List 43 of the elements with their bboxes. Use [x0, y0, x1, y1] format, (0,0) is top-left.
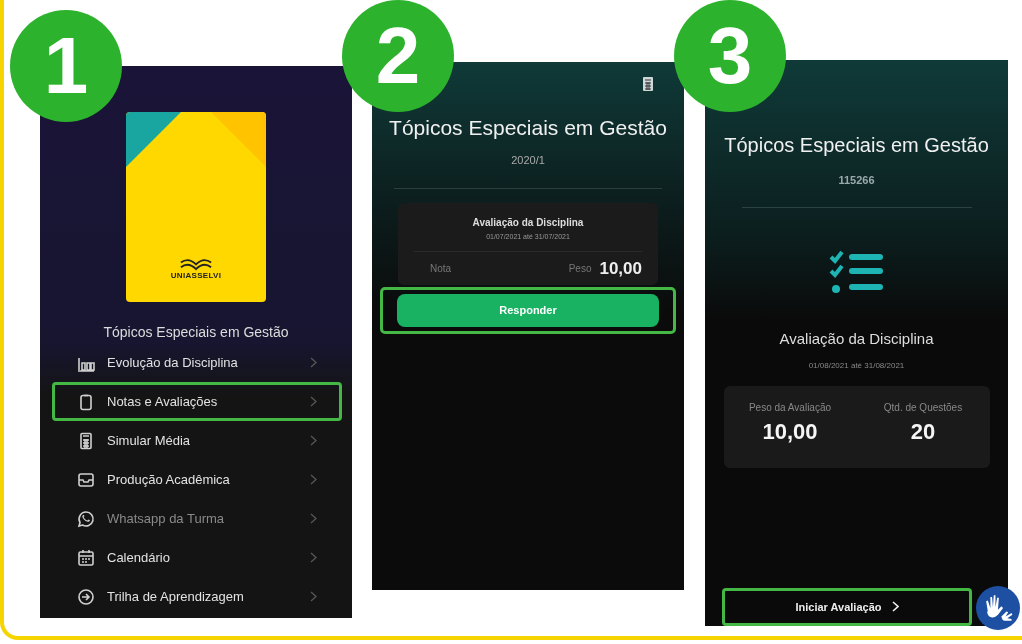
course-code: 115266 — [838, 173, 875, 188]
chat-bubble-icon — [77, 509, 95, 528]
term-label: 2020/1 — [510, 152, 546, 168]
step-number-badge: 1 — [10, 10, 122, 122]
chevron-icon — [310, 513, 317, 524]
weight-label: Peso — [568, 261, 592, 276]
chevron-icon — [310, 591, 317, 602]
clipboard-icon — [77, 392, 95, 411]
arrow-circle-icon — [77, 587, 95, 606]
stat-label: Peso da Avaliação — [747, 401, 833, 415]
menu-item[interactable]: Simular Média — [52, 421, 342, 460]
menu-item[interactable]: Evolução da Disciplina — [52, 343, 342, 382]
date-range: 01/08/2021 até 31/08/2021 — [808, 360, 905, 372]
grade-label: Nota — [430, 261, 452, 276]
calendar-icon — [77, 548, 95, 567]
calculator-icon — [77, 431, 95, 450]
course-title: Tópicos Especiais em Gestão — [388, 115, 668, 141]
chevron-icon — [891, 601, 899, 613]
stat-value: 20 — [909, 418, 937, 446]
chevron-icon — [310, 435, 317, 446]
menu-item[interactable]: Produção Acadêmica — [52, 460, 342, 499]
menu-item[interactable]: Notas e Avaliações — [52, 382, 342, 421]
menu-item[interactable]: Calendário — [52, 538, 342, 577]
course-title: Tópicos Especiais em Gestão — [102, 323, 290, 342]
chevron-icon — [310, 552, 317, 563]
weight-value: 10,00 — [599, 257, 642, 280]
course-title: Tópicos Especiais em Gestão — [724, 133, 989, 158]
logo-text: UNIASSELVI — [170, 272, 222, 280]
step-number-badge: 3 — [674, 0, 786, 112]
calculator-icon — [642, 76, 654, 92]
chevron-icon — [310, 474, 317, 485]
menu-item[interactable]: Trilha de Aprendizagem — [52, 577, 342, 616]
sign-language-icon — [976, 586, 1020, 630]
stat-label: Qtd. de Questões — [882, 401, 964, 415]
assessment-title: Avaliação da Disciplina — [779, 328, 934, 349]
assessment-title: Avaliação da Disciplina — [471, 216, 585, 230]
chevron-icon — [310, 357, 317, 368]
tray-icon — [77, 470, 95, 489]
step-number-badge: 2 — [342, 0, 454, 112]
checklist-icon — [828, 249, 885, 294]
start-button[interactable]: Iniciar Avaliação — [725, 590, 969, 623]
stat-value: 10,00 — [761, 418, 819, 446]
chevron-icon — [310, 396, 317, 407]
